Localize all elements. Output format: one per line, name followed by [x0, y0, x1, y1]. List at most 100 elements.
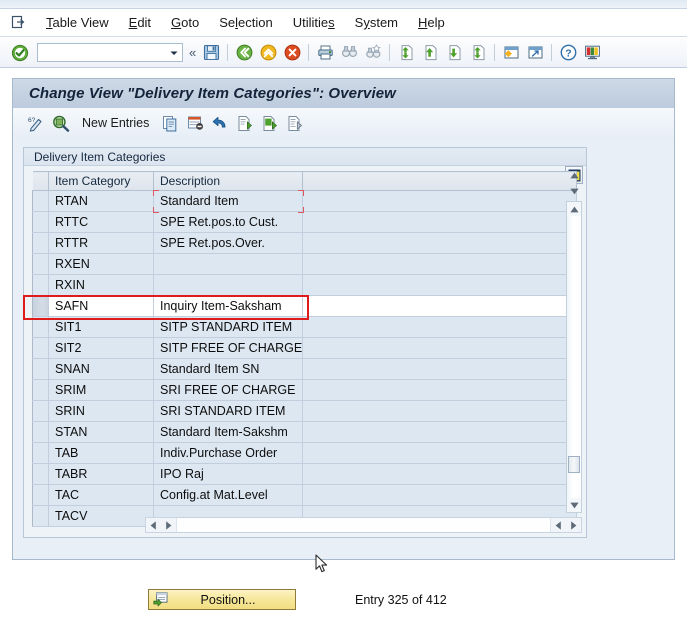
vertical-scroll-thumb[interactable]: [568, 456, 580, 473]
cell-description[interactable]: IPO Raj: [153, 463, 304, 485]
table-row[interactable]: SNAN Standard Item SN: [32, 358, 578, 380]
find-next-button[interactable]: [361, 41, 385, 65]
scroll-left-arrow-icon-right[interactable]: [551, 518, 566, 532]
delete-row-icon[interactable]: [183, 110, 208, 136]
menu-item-edit[interactable]: Edit: [119, 13, 161, 32]
row-select-cell[interactable]: [32, 400, 49, 422]
find-button[interactable]: [337, 41, 361, 65]
table-row[interactable]: SAFN Inquiry Item-Saksham: [32, 295, 578, 317]
table-row[interactable]: RTAN Standard Item: [32, 190, 578, 212]
cell-item-category[interactable]: SIT1: [48, 316, 154, 338]
copy-page-icon[interactable]: [158, 110, 183, 136]
window-menu-icon[interactable]: [8, 13, 28, 33]
table-row[interactable]: TAC Config.at Mat.Level: [32, 484, 578, 506]
cell-item-category[interactable]: RTTR: [48, 232, 154, 254]
print-button[interactable]: [313, 41, 337, 65]
select-all-header[interactable]: [32, 171, 49, 191]
cell-description[interactable]: SPE Ret.pos.Over.: [153, 232, 304, 254]
row-select-cell[interactable]: [32, 211, 49, 233]
table-row[interactable]: RXIN: [32, 274, 578, 296]
save-button[interactable]: [199, 41, 223, 65]
menu-item-system[interactable]: System: [345, 13, 408, 32]
enter-check-icon[interactable]: [8, 41, 32, 65]
table-row[interactable]: STAN Standard Item-Sakshm: [32, 421, 578, 443]
table-row[interactable]: RTTC SPE Ret.pos.to Cust.: [32, 211, 578, 233]
table-row[interactable]: SIT1 SITP STANDARD ITEM: [32, 316, 578, 338]
row-select-cell[interactable]: [32, 379, 49, 401]
next-page-button[interactable]: [442, 41, 466, 65]
toolbar-collapse-toggle[interactable]: «: [186, 45, 199, 60]
cell-description[interactable]: SITP STANDARD ITEM: [153, 316, 304, 338]
previous-page-button[interactable]: [418, 41, 442, 65]
row-select-cell[interactable]: [32, 295, 49, 317]
cell-item-category[interactable]: SRIN: [48, 400, 154, 422]
vertical-scroll-track[interactable]: [567, 216, 581, 498]
menu-item-table-view[interactable]: Table View: [36, 13, 119, 32]
scroll-down-arrow-icon[interactable]: [567, 184, 581, 199]
page-next-entry-icon[interactable]: [258, 110, 283, 136]
cell-item-category[interactable]: TAB: [48, 442, 154, 464]
cell-description[interactable]: SITP FREE OF CHARGE: [153, 337, 304, 359]
row-select-cell[interactable]: [32, 358, 49, 380]
cell-item-category[interactable]: RTTC: [48, 211, 154, 233]
row-select-cell[interactable]: [32, 463, 49, 485]
row-select-cell[interactable]: [32, 316, 49, 338]
cell-description[interactable]: Standard Item: [153, 190, 304, 212]
horizontal-scrollbar[interactable]: [145, 517, 582, 533]
cell-description[interactable]: [153, 274, 304, 296]
vertical-scrollbar[interactable]: [566, 201, 582, 513]
table-row[interactable]: SIT2 SITP FREE OF CHARGE: [32, 337, 578, 359]
cell-description[interactable]: SRI FREE OF CHARGE: [153, 379, 304, 401]
row-select-cell[interactable]: [32, 442, 49, 464]
create-session-button[interactable]: [499, 41, 523, 65]
cell-description[interactable]: SRI STANDARD ITEM: [153, 400, 304, 422]
help-button[interactable]: ?: [556, 41, 580, 65]
page-other-entry-icon[interactable]: [283, 110, 308, 136]
row-select-cell[interactable]: [32, 337, 49, 359]
cancel-button[interactable]: [280, 41, 304, 65]
cell-item-category[interactable]: RXEN: [48, 253, 154, 275]
column-header-item-category[interactable]: Item Category: [48, 171, 154, 191]
cell-item-category[interactable]: RXIN: [48, 274, 154, 296]
magnifier-detail-icon[interactable]: [48, 110, 73, 136]
row-select-cell[interactable]: [32, 274, 49, 296]
cell-description[interactable]: Standard Item-Sakshm: [153, 421, 304, 443]
cell-item-category[interactable]: SIT2: [48, 337, 154, 359]
pencil-detail-icon[interactable]: 6?: [23, 110, 48, 136]
table-row[interactable]: SRIN SRI STANDARD ITEM: [32, 400, 578, 422]
column-header-description[interactable]: Description: [153, 171, 304, 191]
menu-item-help[interactable]: Help: [408, 13, 455, 32]
create-shortcut-button[interactable]: [523, 41, 547, 65]
new-entries-button[interactable]: New Entries: [73, 111, 158, 135]
exit-button[interactable]: [256, 41, 280, 65]
cell-item-category[interactable]: SRIM: [48, 379, 154, 401]
row-select-cell[interactable]: [32, 505, 49, 527]
command-input[interactable]: [38, 44, 166, 61]
cell-description[interactable]: Standard Item SN: [153, 358, 304, 380]
cell-description[interactable]: Config.at Mat.Level: [153, 484, 304, 506]
scroll-down-arrow-icon[interactable]: [567, 498, 581, 512]
cell-item-category[interactable]: RTAN: [48, 190, 154, 212]
table-row[interactable]: TABR IPO Raj: [32, 463, 578, 485]
table-row[interactable]: RXEN: [32, 253, 578, 275]
position-button[interactable]: Position...: [148, 589, 296, 610]
table-row[interactable]: TAB Indiv.Purchase Order: [32, 442, 578, 464]
row-select-cell[interactable]: [32, 190, 49, 212]
cell-item-category[interactable]: SNAN: [48, 358, 154, 380]
page-prev-entry-icon[interactable]: [233, 110, 258, 136]
scroll-right-arrow-icon[interactable]: [161, 518, 176, 532]
first-page-button[interactable]: [394, 41, 418, 65]
menu-item-selection[interactable]: Selection: [209, 13, 283, 32]
table-row[interactable]: SRIM SRI FREE OF CHARGE: [32, 379, 578, 401]
scroll-up-arrow-icon[interactable]: [567, 202, 581, 216]
row-select-cell[interactable]: [32, 484, 49, 506]
cell-item-category[interactable]: TAC: [48, 484, 154, 506]
cell-description[interactable]: [153, 253, 304, 275]
horizontal-scroll-track[interactable]: [176, 518, 551, 532]
cell-item-category[interactable]: STAN: [48, 421, 154, 443]
back-button[interactable]: [232, 41, 256, 65]
last-page-button[interactable]: [466, 41, 490, 65]
menu-item-utilities[interactable]: Utilities: [283, 13, 345, 32]
cell-item-category[interactable]: TABR: [48, 463, 154, 485]
cell-description[interactable]: Indiv.Purchase Order: [153, 442, 304, 464]
